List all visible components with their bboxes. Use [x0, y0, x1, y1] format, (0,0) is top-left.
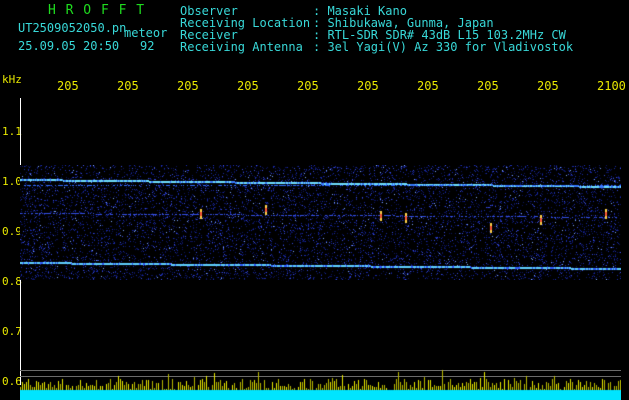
hrofft-window: H R O F F T UT2509052050.pn meteor 25.09… — [0, 0, 629, 400]
time-tick: 205 — [237, 79, 259, 93]
time-tick: 205 — [177, 79, 199, 93]
image-filename: UT2509052050.pn — [18, 21, 127, 35]
freq-tick: 0.7 — [2, 325, 22, 338]
time-tick: 205 — [117, 79, 139, 93]
freq-tick: 0.6 — [2, 375, 22, 388]
mode-label: meteor — [124, 26, 168, 40]
time-tick: 2100 — [597, 79, 626, 93]
antenna-value: : 3el Yagi(V) Az 330 for Vladivostok — [313, 40, 574, 54]
freq-tick: 1.0 — [2, 175, 22, 188]
freq-tick: 0.9 — [2, 225, 22, 238]
time-tick: 205 — [477, 79, 499, 93]
time-tick: 205 — [297, 79, 319, 93]
freq-tick: 1.1 — [2, 125, 22, 138]
frequency-unit: kHz — [2, 73, 22, 86]
meteor-count: 92 — [140, 39, 155, 53]
time-tick: 205 — [57, 79, 79, 93]
antenna-label: Receiving Antenna — [180, 40, 303, 54]
time-tick: 205 — [537, 79, 559, 93]
spectrogram-waterfall — [20, 165, 621, 280]
time-tick: 205 — [417, 79, 439, 93]
observation-datetime: 25.09.05 20:50 — [18, 39, 120, 53]
detection-bars — [20, 368, 621, 400]
freq-tick: 0.8 — [2, 275, 22, 288]
app-brand: H R O F F T — [48, 3, 146, 18]
time-tick: 205 — [357, 79, 379, 93]
